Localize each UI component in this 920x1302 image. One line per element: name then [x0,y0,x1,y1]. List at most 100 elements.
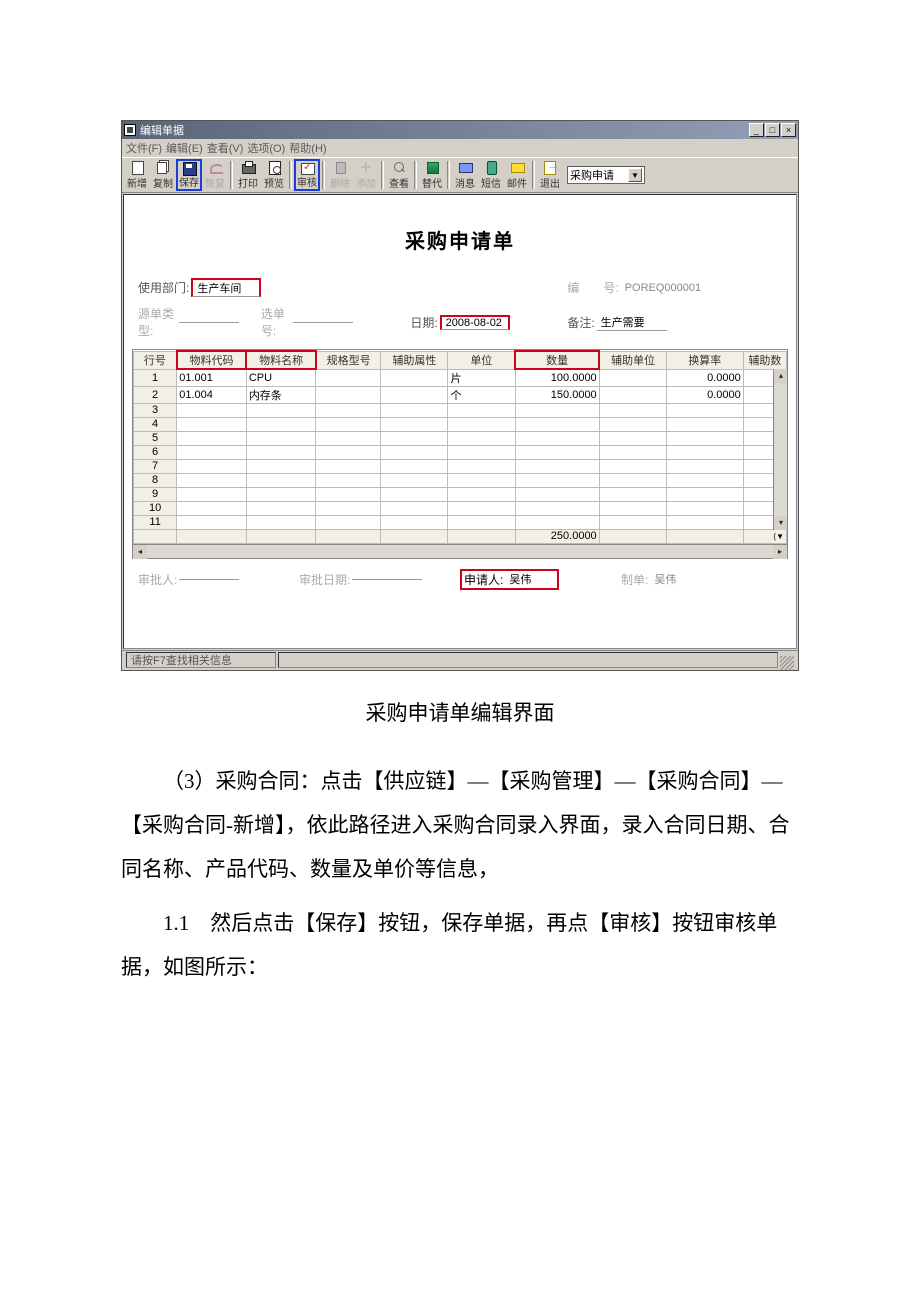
copy-button[interactable]: 复制 [150,159,176,191]
maker-field: 制单: 吴伟 [621,571,782,588]
maximize-button[interactable]: □ [765,123,780,137]
delete-icon [332,160,348,174]
close-button[interactable]: × [781,123,796,137]
paragraph-3: （3）采购合同：点击【供应链】—【采购管理】—【采购合同】—【采购合同-新增】，… [121,759,799,891]
remark-field: 备注: 生产需要 [567,314,782,331]
maker-label: 制单: [621,571,648,588]
preview-icon [266,160,282,174]
exit-button[interactable]: 退出 [537,159,563,191]
col-row: 行号 [134,351,177,369]
preview-button[interactable]: 预览 [261,159,287,191]
toolbar-separator [447,161,450,189]
app-window: 编辑单据 _ □ × 文件(F) 编辑(E) 查看(V) 选项(O) 帮助(H)… [121,120,799,671]
menu-view[interactable]: 查看(V) [207,140,244,156]
approver-input[interactable] [179,579,239,580]
find-button[interactable]: 查看 [386,159,412,191]
audit-button[interactable]: 审核 [294,159,320,191]
col-qty: 数量 [515,351,599,369]
toolbar-separator [532,161,535,189]
grid-total-row: 250.0000 (▼ [134,529,787,543]
menu-file[interactable]: 文件(F) [126,140,162,156]
table-row[interactable]: 9 [134,487,787,501]
grid-vscrollbar[interactable] [773,369,787,530]
date-input[interactable]: 2008-08-02 [440,315,510,330]
applicant-input[interactable]: 吴伟 [505,571,555,587]
add-button[interactable]: 添加 [353,159,379,191]
scroll-right-icon[interactable]: ▸ [773,545,787,559]
toolbar: 新增 复制 保存 恢复 打印 预览 审核 删除 添加 查看 替代 消息 短信 邮… [122,157,798,193]
check-icon [299,161,315,173]
applicant-label: 申请人: [464,571,503,588]
table-row[interactable]: 8 [134,473,787,487]
col-aux-attr: 辅助属性 [381,351,448,369]
applicant-field: 申请人: 吴伟 [460,569,621,590]
replace-button[interactable]: 替代 [419,159,445,191]
new-icon [129,160,145,174]
approve-date-field: 审批日期: [299,571,460,588]
mail-button[interactable]: 邮件 [504,159,530,191]
resize-grip-icon[interactable] [780,656,794,670]
delete-button[interactable]: 删除 [327,159,353,191]
titlebar[interactable]: 编辑单据 _ □ × [122,121,798,139]
approver-label: 审批人: [138,571,177,588]
menu-options[interactable]: 选项(O) [247,140,285,156]
message-button[interactable]: 消息 [452,159,478,191]
paragraph-1-1: 1.1 然后点击【保存】按钮，保存单据，再点【审核】按钮审核单据，如图所示： [121,901,799,989]
minimize-button[interactable]: _ [749,123,764,137]
toolbar-separator [381,161,384,189]
undo-icon [207,160,223,174]
date-field: 日期: 2008-08-02 [353,314,568,331]
order-no-label: 选单号: [261,305,291,339]
remark-label: 备注: [567,314,594,331]
table-row[interactable]: 11 [134,515,787,529]
print-icon [240,160,256,174]
total-qty: 250.0000 [515,529,599,543]
app-icon [124,124,136,136]
chevron-down-icon: ▼ [628,168,642,182]
maker-value: 吴伟 [650,571,720,587]
sms-button[interactable]: 短信 [478,159,504,191]
source-type-field: 源单类型: 选单号: [138,305,353,339]
save-icon [181,161,197,173]
date-label: 日期: [410,314,437,331]
grid-hscrollbar[interactable]: ◂ ▸ [133,544,787,558]
table-row[interactable]: 101.001CPU片100.00000.0000 [134,369,787,386]
table-row[interactable]: 6 [134,445,787,459]
menu-help[interactable]: 帮助(H) [289,140,326,156]
col-name: 物料名称 [246,351,316,369]
toolbar-separator [230,161,233,189]
print-button[interactable]: 打印 [235,159,261,191]
detail-grid[interactable]: 行号 物料代码 物料名称 规格型号 辅助属性 单位 数量 辅助单位 换算率 辅助… [132,349,788,559]
order-no-input[interactable] [293,322,353,323]
new-button[interactable]: 新增 [124,159,150,191]
source-type-input[interactable] [179,322,239,323]
copy-icon [155,160,171,174]
table-row[interactable]: 10 [134,501,787,515]
table-row[interactable]: 4 [134,417,787,431]
scroll-left-icon[interactable]: ◂ [133,545,147,559]
add-icon [358,160,374,174]
menu-edit[interactable]: 编辑(E) [166,140,203,156]
table-row[interactable]: 3 [134,403,787,417]
table-row[interactable]: 5 [134,431,787,445]
approve-date-input[interactable] [352,579,422,580]
replace-icon [424,160,440,174]
form-title: 采购申请单 [132,225,788,254]
dept-input[interactable]: 生产车间 [191,278,261,297]
table-row[interactable]: 201.004内存条个150.00000.0000 [134,386,787,403]
figure-caption: 采购申请单编辑界面 [121,691,799,735]
sms-icon [483,160,499,174]
grid-header-row: 行号 物料代码 物料名称 规格型号 辅助属性 单位 数量 辅助单位 换算率 辅助… [134,351,787,369]
message-icon [457,160,473,174]
menubar: 文件(F) 编辑(E) 查看(V) 选项(O) 帮助(H) [122,139,798,157]
table-row[interactable]: 7 [134,459,787,473]
exit-icon [542,160,558,174]
approver-field: 审批人: [138,571,299,588]
form-body: 采购申请单 使用部门: 生产车间 编 号: POREQ000001 源单类型: … [123,194,797,649]
restore-button[interactable]: 恢复 [202,159,228,191]
mail-icon [509,160,525,174]
remark-input[interactable]: 生产需要 [597,314,667,331]
doc-type-combo[interactable]: 采购申请 ▼ [567,166,645,184]
save-button[interactable]: 保存 [176,159,202,191]
status-hint: 请按F7查找相关信息 [126,652,276,668]
